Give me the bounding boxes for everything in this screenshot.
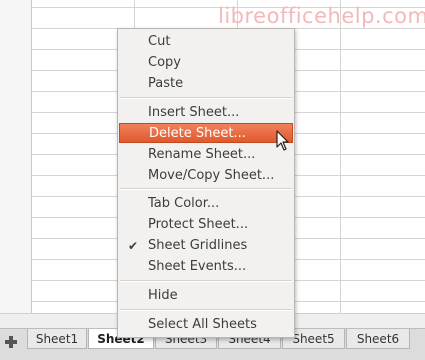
menu-item-label: Rename Sheet... xyxy=(148,147,256,162)
mouse-cursor-icon xyxy=(276,130,289,151)
menu-item-hide[interactable]: Hide xyxy=(119,286,293,306)
menu-item-label: Sheet Gridlines xyxy=(148,238,248,253)
tab-sheet1[interactable]: Sheet1 xyxy=(27,329,87,349)
menu-item-label: Insert Sheet... xyxy=(148,105,240,120)
menu-item-tab-color[interactable]: Tab Color... xyxy=(119,194,293,214)
row-headers[interactable] xyxy=(0,0,32,326)
menu-item-label: Paste xyxy=(148,76,184,91)
menu-item-paste[interactable]: Paste xyxy=(119,74,293,94)
menu-item-label: Delete Sheet... xyxy=(149,126,246,141)
menu-item-label: Sheet Events... xyxy=(148,259,247,274)
menu-item-select-all-sheets[interactable]: Select All Sheets xyxy=(119,315,293,335)
check-icon: ✔ xyxy=(128,239,139,253)
menu-item-sheet-events[interactable]: Sheet Events... xyxy=(119,257,293,277)
menu-item-label: Select All Sheets xyxy=(148,317,257,332)
menu-separator xyxy=(120,97,292,99)
menu-item-label: Tab Color... xyxy=(148,196,220,211)
menu-item-cut[interactable]: Cut xyxy=(119,32,293,52)
menu-item-protect-sheet[interactable]: Protect Sheet... xyxy=(119,215,293,235)
menu-item-insert-sheet[interactable]: Insert Sheet... xyxy=(119,103,293,123)
menu-item-label: Move/Copy Sheet... xyxy=(148,168,275,183)
menu-separator xyxy=(120,280,292,282)
menu-item-label: Hide xyxy=(148,288,178,303)
menu-item-move-copy-sheet[interactable]: Move/Copy Sheet... xyxy=(119,166,293,186)
tab-sheet6[interactable]: Sheet6 xyxy=(346,329,410,349)
sheet-context-menu: Cut Copy Paste Insert Sheet... Delete Sh… xyxy=(117,28,295,338)
menu-item-sheet-gridlines[interactable]: ✔ Sheet Gridlines xyxy=(119,236,293,256)
menu-item-label: Protect Sheet... xyxy=(148,217,249,232)
menu-item-copy[interactable]: Copy xyxy=(119,53,293,73)
menu-item-label: Cut xyxy=(148,34,171,49)
watermark: libreofficehelp.com xyxy=(218,4,425,28)
menu-item-delete-sheet[interactable]: Delete Sheet... xyxy=(119,123,293,143)
menu-separator xyxy=(120,309,292,311)
menu-item-rename-sheet[interactable]: Rename Sheet... xyxy=(119,145,293,165)
menu-item-label: Copy xyxy=(148,55,181,70)
menu-separator xyxy=(120,188,292,190)
add-sheet-icon[interactable] xyxy=(3,334,19,350)
